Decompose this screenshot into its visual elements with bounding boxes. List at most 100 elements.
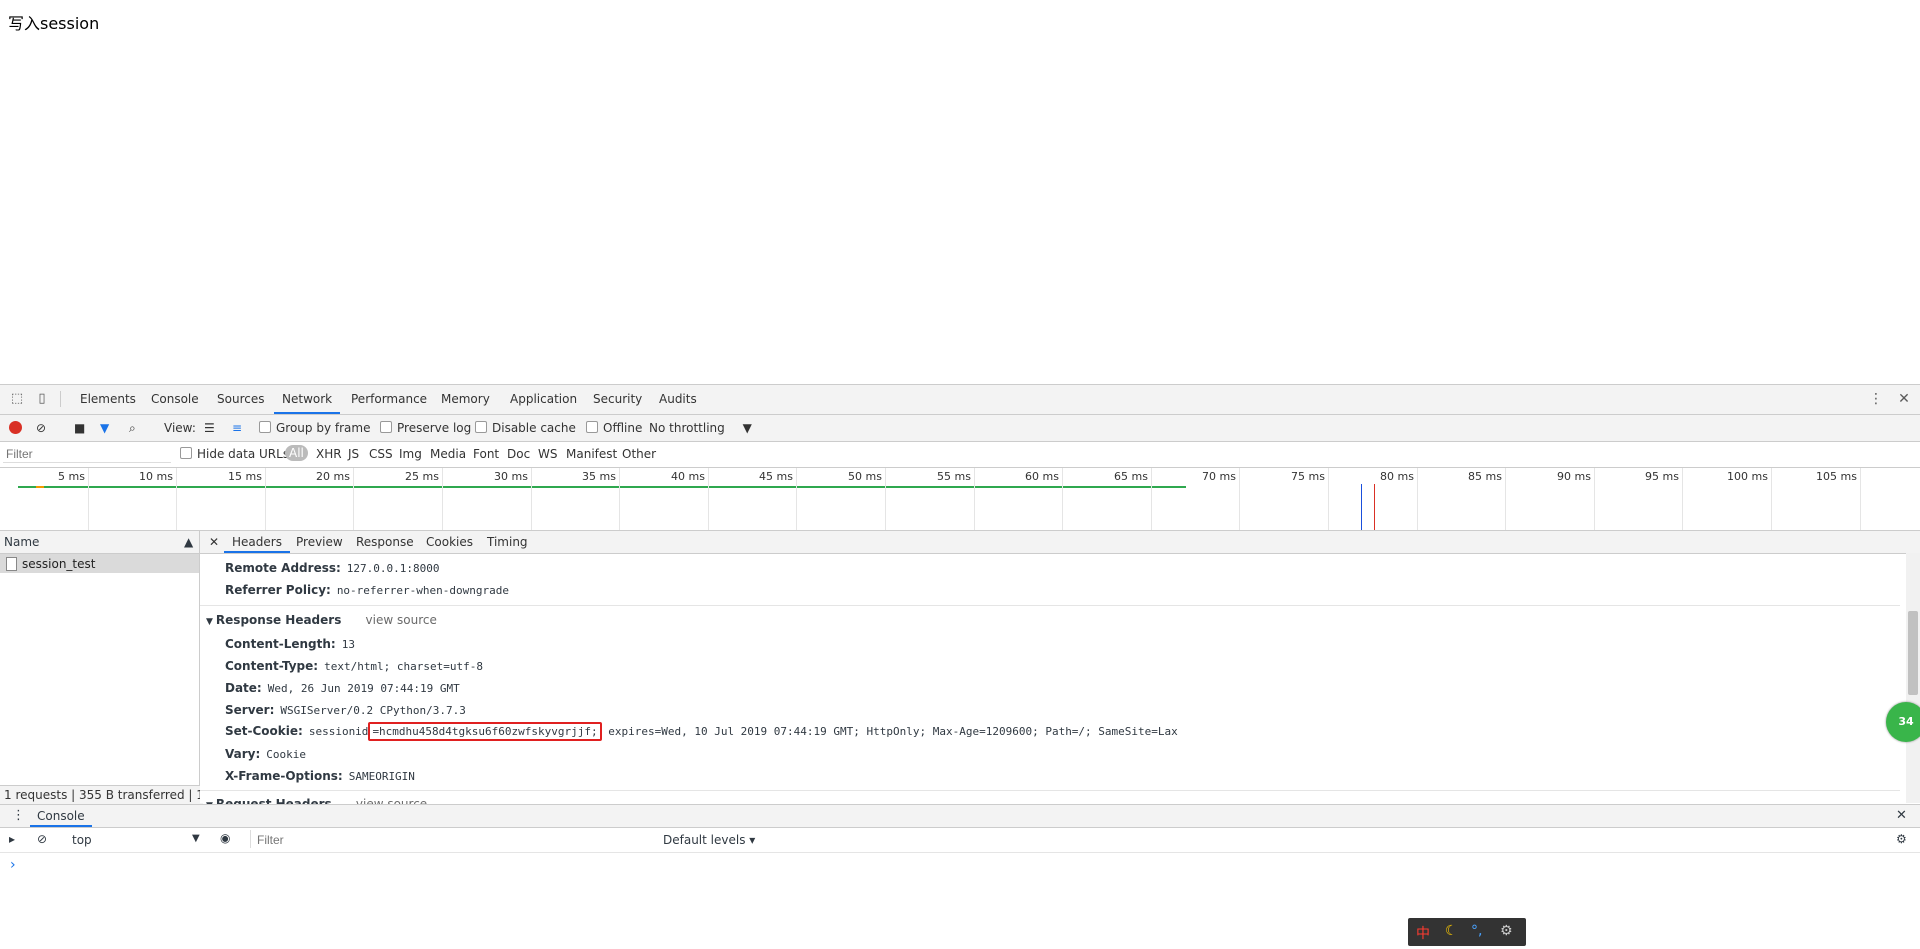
disable-cache-checkbox[interactable]: Disable cache	[475, 420, 576, 436]
filter-type-doc[interactable]: Doc	[507, 447, 530, 461]
console-prompt[interactable]: ›	[10, 857, 16, 873]
filter-type-all[interactable]: All	[285, 445, 308, 461]
more-options-icon[interactable]: ⋮	[1868, 391, 1884, 407]
response-view-source-link[interactable]: view source	[366, 613, 437, 627]
ime-punctuation-icon[interactable]: °,	[1471, 923, 1482, 939]
timeline-gridline	[1239, 468, 1240, 530]
network-filter-input[interactable]	[3, 446, 171, 463]
filter-type-css[interactable]: CSS	[369, 447, 393, 461]
waterfall-view-icon[interactable]: ≡	[232, 420, 242, 436]
timeline-gridline	[1771, 468, 1772, 530]
inspect-element-icon[interactable]: ⬚	[9, 391, 25, 407]
filter-type-font[interactable]: Font	[473, 447, 499, 461]
search-icon[interactable]: ⌕	[129, 420, 136, 436]
timeline-gridline	[974, 468, 975, 530]
moon-icon[interactable]: ☾	[1445, 923, 1458, 939]
tab-network[interactable]: Network	[274, 385, 341, 414]
tab-elements[interactable]: Elements	[72, 385, 144, 414]
scroll-thumb[interactable]	[1908, 611, 1918, 695]
network-toolbar: ⊘ ■ ▼ ⌕ View: ☰ ≡ Group by frame Preserv…	[0, 415, 1920, 442]
timeline-tick-label: 10 ms	[139, 470, 173, 483]
tab-performance[interactable]: Performance	[343, 385, 435, 414]
network-summary: 1 requests | 355 B transferred | 1...	[0, 785, 203, 804]
timeline-tick-label: 40 ms	[671, 470, 705, 483]
group-by-frame-checkbox[interactable]: Group by frame	[259, 420, 370, 436]
ime-chinese-mode[interactable]: 中	[1416, 923, 1430, 943]
header-referrer-policy: Referrer Policy: no-referrer-when-downgra…	[225, 583, 509, 597]
timeline-tick-label: 25 ms	[405, 470, 439, 483]
show-sidebar-icon[interactable]: ▸	[9, 832, 15, 846]
timeline-gridline	[1860, 468, 1861, 530]
drawer-tab-console[interactable]: Console	[30, 805, 92, 827]
devtools-panel: ⬚ ▯ Elements Console Sources Network Per…	[0, 384, 1920, 949]
console-filter-input[interactable]	[255, 831, 659, 849]
document-icon	[6, 557, 17, 571]
tab-audits[interactable]: Audits	[651, 385, 705, 414]
response-headers-section[interactable]: ▼ Response Headers view source	[206, 613, 437, 627]
name-column-header[interactable]: Name ▲	[0, 531, 199, 554]
timeline-gridline	[619, 468, 620, 530]
close-detail-icon[interactable]: ✕	[209, 531, 219, 553]
drawer-tabbar: ⋮ Console ✕	[0, 805, 1920, 828]
timeline-gridline	[1062, 468, 1063, 530]
clear-icon[interactable]: ⊘	[36, 420, 46, 436]
headers-scrollbar[interactable]	[1906, 553, 1920, 803]
tab-response[interactable]: Response	[356, 531, 414, 553]
header-content-type: Content-Type: text/html; charset=utf-8	[225, 659, 484, 673]
floating-badge[interactable]: 34	[1886, 702, 1920, 742]
timeline-gridline	[796, 468, 797, 530]
tab-console[interactable]: Console	[143, 385, 207, 414]
tab-cookies[interactable]: Cookies	[426, 531, 473, 553]
header-server: Server: WSGIServer/0.2 CPython/3.7.3	[225, 703, 466, 717]
ime-toolbar[interactable]: 中 ☾ °, ⚙	[1408, 918, 1526, 946]
requests-list: Name ▲ session_test 1 requests | 355 B t…	[0, 531, 203, 804]
tab-memory[interactable]: Memory	[433, 385, 498, 414]
record-icon[interactable]	[9, 421, 22, 434]
tab-application[interactable]: Application	[502, 385, 585, 414]
settings-gear-icon[interactable]: ⚙	[1896, 832, 1907, 846]
filter-type-media[interactable]: Media	[430, 447, 466, 461]
preserve-log-checkbox[interactable]: Preserve log	[380, 420, 471, 436]
tab-sources[interactable]: Sources	[209, 385, 272, 414]
console-drawer: ⋮ Console ✕ ▸ ⊘ top ▼ ◉ Default levels ▾…	[0, 804, 1920, 949]
close-drawer-icon[interactable]: ✕	[1896, 808, 1907, 823]
list-view-icon[interactable]: ☰	[204, 420, 215, 436]
tab-security[interactable]: Security	[585, 385, 650, 414]
request-row[interactable]: session_test	[0, 554, 199, 573]
filter-type-xhr[interactable]: XHR	[316, 447, 342, 461]
timeline-tick-label: 55 ms	[937, 470, 971, 483]
capture-screenshots-icon[interactable]: ■	[74, 420, 85, 436]
timeline-tick-label: 15 ms	[228, 470, 262, 483]
expand-triangle-icon: ▼	[206, 617, 213, 627]
log-levels-select[interactable]: Default levels ▾	[663, 833, 755, 847]
hide-data-urls-checkbox[interactable]: Hide data URLs	[180, 447, 289, 461]
tab-preview[interactable]: Preview	[296, 531, 343, 553]
context-select[interactable]: top	[72, 833, 92, 847]
offline-checkbox[interactable]: Offline	[586, 420, 642, 436]
tab-timing[interactable]: Timing	[487, 531, 528, 553]
filter-type-ws[interactable]: WS	[538, 447, 557, 461]
throttling-select[interactable]: No throttling ▼	[649, 420, 752, 436]
timeline-tick-label: 35 ms	[582, 470, 616, 483]
header-content-length: Content-Length: 13	[225, 637, 355, 651]
devtools-tabbar: ⬚ ▯ Elements Console Sources Network Per…	[0, 385, 1920, 415]
eye-icon[interactable]: ◉	[220, 831, 230, 845]
clear-console-icon[interactable]: ⊘	[37, 832, 47, 846]
filter-type-img[interactable]: Img	[399, 447, 422, 461]
network-timeline-overview[interactable]: 5 ms 10 ms 15 ms 20 ms 25 ms 30 ms 35 ms 40 ms 4…	[0, 468, 1920, 531]
filter-type-other[interactable]: Other	[622, 447, 656, 461]
dom-content-loaded-marker	[1361, 484, 1362, 530]
header-remote-address: Remote Address: 127.0.0.1:8000	[225, 561, 440, 575]
filter-type-js[interactable]: JS	[348, 447, 359, 461]
tab-headers[interactable]: Headers	[224, 531, 290, 553]
filter-icon[interactable]: ▼	[100, 420, 109, 436]
timeline-tick-label: 20 ms	[316, 470, 350, 483]
filter-type-manifest[interactable]: Manifest	[566, 447, 617, 461]
ime-settings-icon[interactable]: ⚙	[1500, 923, 1513, 939]
header-vary: Vary: Cookie	[225, 747, 307, 761]
device-toolbar-icon[interactable]: ▯	[34, 391, 50, 407]
close-devtools-icon[interactable]: ✕	[1896, 391, 1912, 407]
drawer-menu-icon[interactable]: ⋮	[12, 808, 25, 823]
detail-tabbar: ✕ Headers Preview Response Cookies Timin…	[200, 531, 1920, 554]
timeline-tick-label: 50 ms	[848, 470, 882, 483]
